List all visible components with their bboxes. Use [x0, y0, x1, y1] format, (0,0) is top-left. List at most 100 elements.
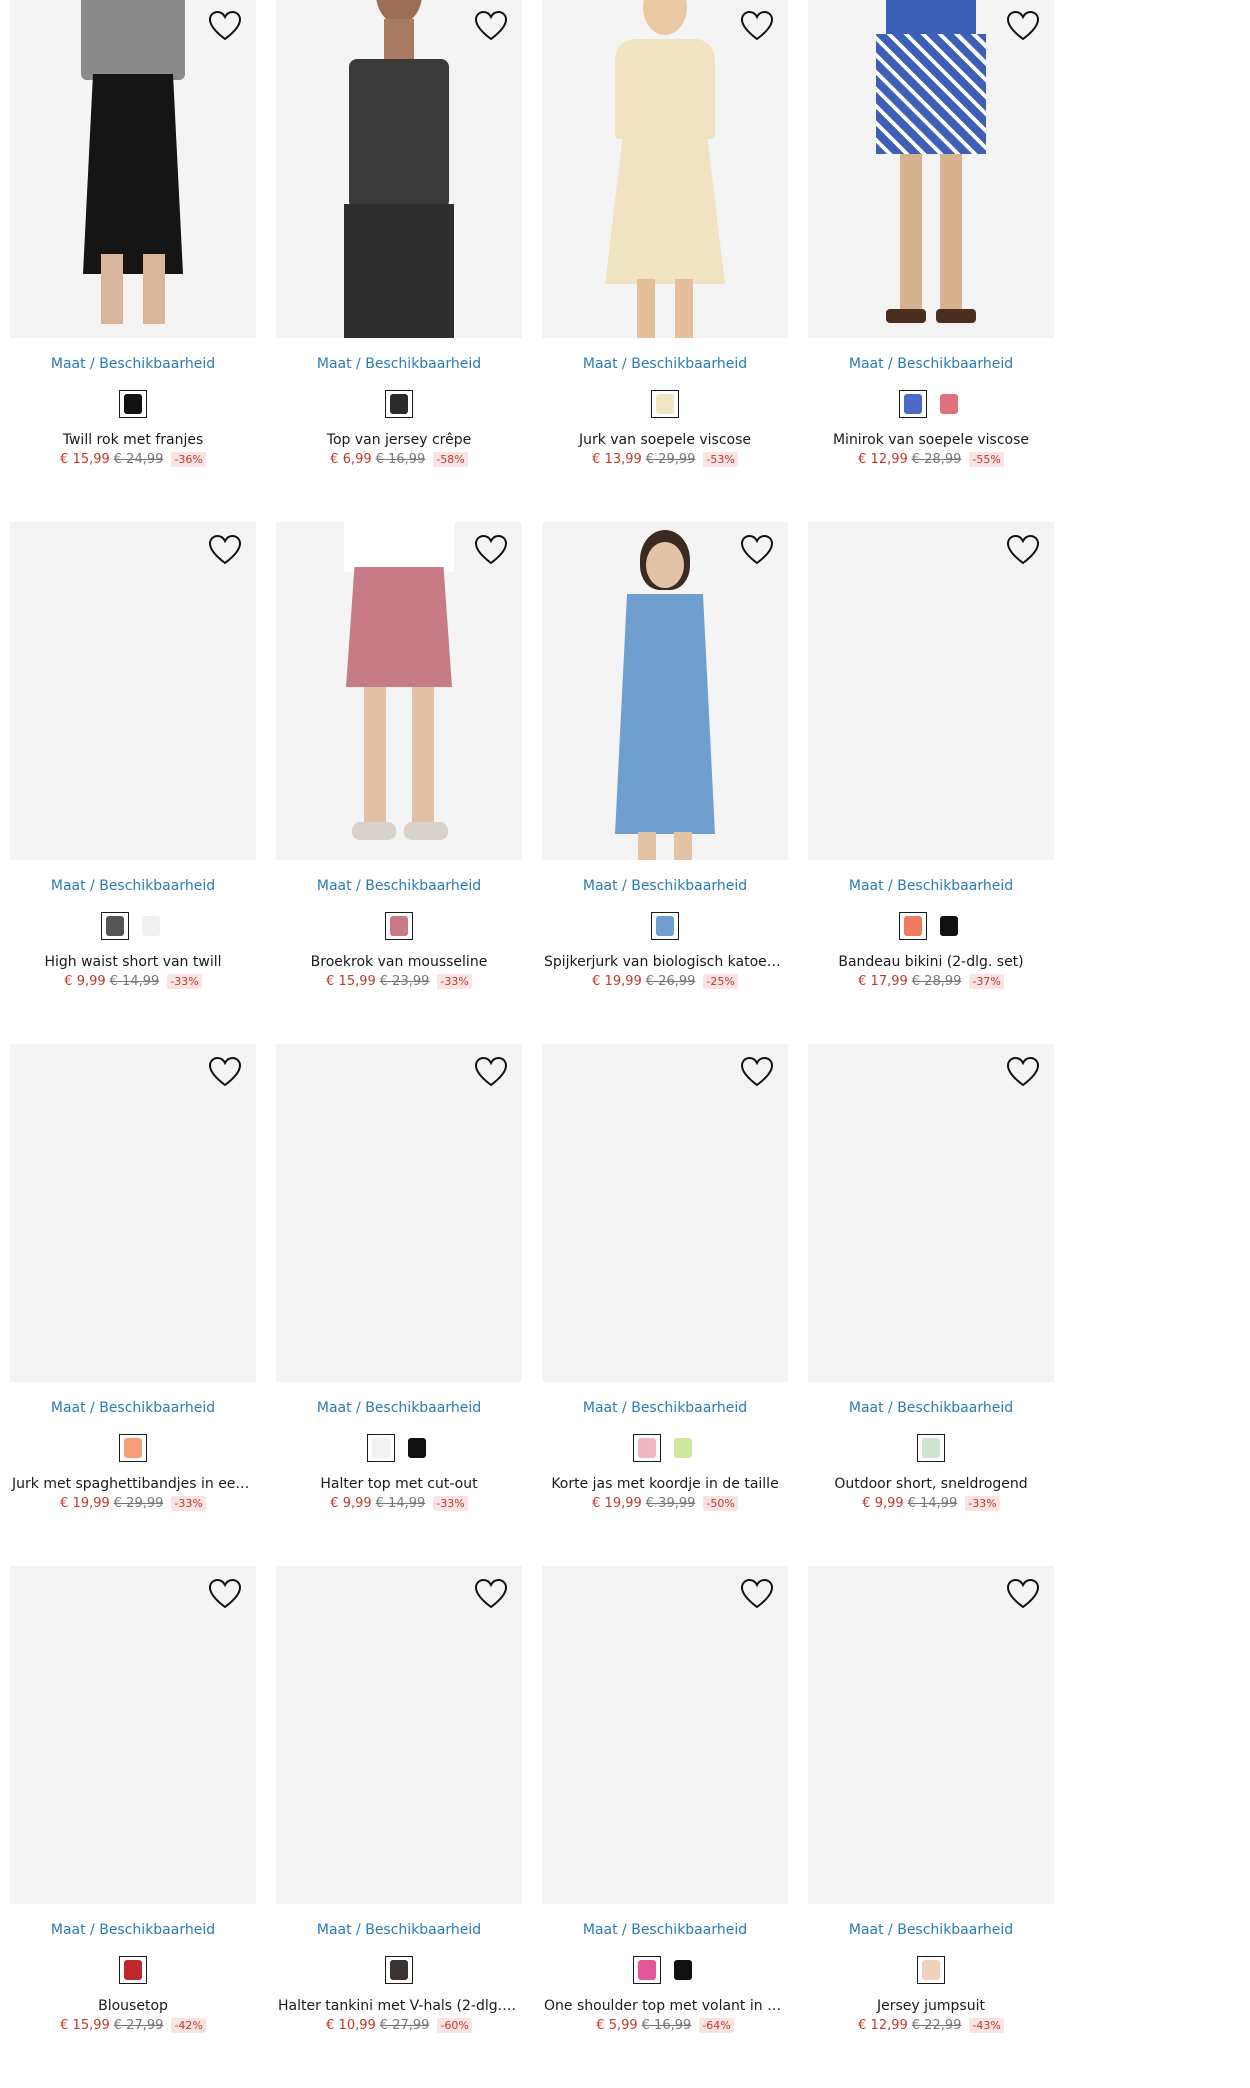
heart-icon[interactable]: [740, 534, 774, 566]
product-image[interactable]: [542, 1044, 788, 1382]
color-swatch[interactable]: [935, 390, 963, 418]
color-swatch[interactable]: [119, 1956, 147, 1984]
product-name[interactable]: Outdoor short, sneldrogend: [808, 1476, 1054, 1492]
product-image[interactable]: [808, 0, 1054, 338]
product-name[interactable]: Jurk met spaghettibandjes in een zomerse…: [10, 1476, 256, 1492]
product-name[interactable]: Jurk van soepele viscose: [542, 432, 788, 448]
size-availability-link[interactable]: Maat / Beschikbaarheid: [808, 1400, 1054, 1416]
product-image[interactable]: [808, 1044, 1054, 1382]
product-card[interactable]: Maat / Beschikbaarheid Jersey jumpsuit € 1…: [808, 1566, 1054, 2088]
product-card[interactable]: Maat / Beschikbaarheid Halter tankini met…: [276, 1566, 522, 2088]
product-name[interactable]: Halter tankini met V-hals (2-dlg. set): [276, 1998, 522, 2014]
product-image[interactable]: [808, 522, 1054, 860]
color-swatch[interactable]: [899, 390, 927, 418]
color-swatch[interactable]: [385, 390, 413, 418]
product-name[interactable]: High waist short van twill: [10, 954, 256, 970]
size-availability-link[interactable]: Maat / Beschikbaarheid: [542, 1400, 788, 1416]
size-availability-link[interactable]: Maat / Beschikbaarheid: [10, 356, 256, 372]
color-swatch[interactable]: [119, 1434, 147, 1462]
heart-icon[interactable]: [1006, 10, 1040, 42]
color-swatch[interactable]: [669, 1956, 697, 1984]
color-swatch[interactable]: [935, 912, 963, 940]
size-availability-link[interactable]: Maat / Beschikbaarheid: [542, 356, 788, 372]
product-card[interactable]: Maat / Beschikbaarheid Outdoor short, sne…: [808, 1044, 1054, 1566]
product-name[interactable]: Jersey jumpsuit: [808, 1998, 1054, 2014]
product-image[interactable]: [276, 0, 522, 338]
product-image[interactable]: [276, 522, 522, 860]
color-swatch[interactable]: [385, 1956, 413, 1984]
color-swatch[interactable]: [101, 912, 129, 940]
heart-icon[interactable]: [208, 534, 242, 566]
size-availability-link[interactable]: Maat / Beschikbaarheid: [10, 1400, 256, 1416]
size-availability-link[interactable]: Maat / Beschikbaarheid: [10, 878, 256, 894]
size-availability-link[interactable]: Maat / Beschikbaarheid: [10, 1922, 256, 1938]
heart-icon[interactable]: [208, 10, 242, 42]
product-image[interactable]: [276, 1044, 522, 1382]
heart-icon[interactable]: [740, 1056, 774, 1088]
size-availability-link[interactable]: Maat / Beschikbaarheid: [276, 1400, 522, 1416]
product-name[interactable]: Halter top met cut-out: [276, 1476, 522, 1492]
color-swatch[interactable]: [367, 1434, 395, 1462]
color-swatch[interactable]: [651, 390, 679, 418]
product-card[interactable]: Maat / Beschikbaarheid Twill rok met fran…: [10, 0, 256, 522]
product-image[interactable]: [276, 1566, 522, 1904]
color-swatch[interactable]: [385, 912, 413, 940]
product-image[interactable]: [10, 0, 256, 338]
product-name[interactable]: Twill rok met franjes: [10, 432, 256, 448]
size-availability-link[interactable]: Maat / Beschikbaarheid: [276, 878, 522, 894]
product-image[interactable]: [10, 1566, 256, 1904]
color-swatch[interactable]: [403, 1434, 431, 1462]
product-card[interactable]: Maat / Beschikbaarheid Jurk van soepele v…: [542, 0, 788, 522]
heart-icon[interactable]: [208, 1578, 242, 1610]
color-swatch[interactable]: [137, 912, 165, 940]
product-card[interactable]: Maat / Beschikbaarheid Spijkerjurk van bi…: [542, 522, 788, 1044]
heart-icon[interactable]: [1006, 1056, 1040, 1088]
product-card[interactable]: Maat / Beschikbaarheid Jurk met spaghetti…: [10, 1044, 256, 1566]
heart-icon[interactable]: [1006, 1578, 1040, 1610]
product-name[interactable]: One shoulder top met volant in een strak…: [542, 1998, 788, 2014]
product-image[interactable]: [542, 0, 788, 338]
heart-icon[interactable]: [740, 1578, 774, 1610]
size-availability-link[interactable]: Maat / Beschikbaarheid: [276, 356, 522, 372]
size-availability-link[interactable]: Maat / Beschikbaarheid: [542, 878, 788, 894]
product-card[interactable]: Maat / Beschikbaarheid Top van jersey crê…: [276, 0, 522, 522]
product-image[interactable]: [10, 522, 256, 860]
product-card[interactable]: Maat / Beschikbaarheid High waist short v…: [10, 522, 256, 1044]
heart-icon[interactable]: [474, 534, 508, 566]
product-card[interactable]: Maat / Beschikbaarheid Korte jas met koor…: [542, 1044, 788, 1566]
color-swatch[interactable]: [917, 1956, 945, 1984]
product-card[interactable]: Maat / Beschikbaarheid Minirok van soepel…: [808, 0, 1054, 522]
heart-icon[interactable]: [474, 10, 508, 42]
heart-icon[interactable]: [474, 1056, 508, 1088]
color-swatch[interactable]: [899, 912, 927, 940]
product-image[interactable]: [808, 1566, 1054, 1904]
size-availability-link[interactable]: Maat / Beschikbaarheid: [808, 356, 1054, 372]
product-card[interactable]: Maat / Beschikbaarheid One shoulder top m…: [542, 1566, 788, 2088]
product-card[interactable]: Maat / Beschikbaarheid Broekrok van mouss…: [276, 522, 522, 1044]
size-availability-link[interactable]: Maat / Beschikbaarheid: [276, 1922, 522, 1938]
heart-icon[interactable]: [1006, 534, 1040, 566]
heart-icon[interactable]: [740, 10, 774, 42]
product-card[interactable]: Maat / Beschikbaarheid Bandeau bikini (2-…: [808, 522, 1054, 1044]
color-swatch[interactable]: [633, 1434, 661, 1462]
product-card[interactable]: Maat / Beschikbaarheid Blousetop € 15,99 € …: [10, 1566, 256, 2088]
color-swatch[interactable]: [917, 1434, 945, 1462]
heart-icon[interactable]: [474, 1578, 508, 1610]
product-name[interactable]: Korte jas met koordje in de taille: [542, 1476, 788, 1492]
size-availability-link[interactable]: Maat / Beschikbaarheid: [808, 878, 1054, 894]
product-name[interactable]: Spijkerjurk van biologisch katoen met za…: [542, 954, 788, 970]
size-availability-link[interactable]: Maat / Beschikbaarheid: [808, 1922, 1054, 1938]
color-swatch[interactable]: [669, 1434, 697, 1462]
product-name[interactable]: Bandeau bikini (2-dlg. set): [808, 954, 1054, 970]
color-swatch[interactable]: [651, 912, 679, 940]
product-name[interactable]: Blousetop: [10, 1998, 256, 2014]
product-name[interactable]: Broekrok van mousseline: [276, 954, 522, 970]
size-availability-link[interactable]: Maat / Beschikbaarheid: [542, 1922, 788, 1938]
heart-icon[interactable]: [208, 1056, 242, 1088]
product-image[interactable]: [542, 1566, 788, 1904]
color-swatch[interactable]: [633, 1956, 661, 1984]
product-image[interactable]: [542, 522, 788, 860]
product-name[interactable]: Top van jersey crêpe: [276, 432, 522, 448]
color-swatch[interactable]: [119, 390, 147, 418]
product-name[interactable]: Minirok van soepele viscose: [808, 432, 1054, 448]
